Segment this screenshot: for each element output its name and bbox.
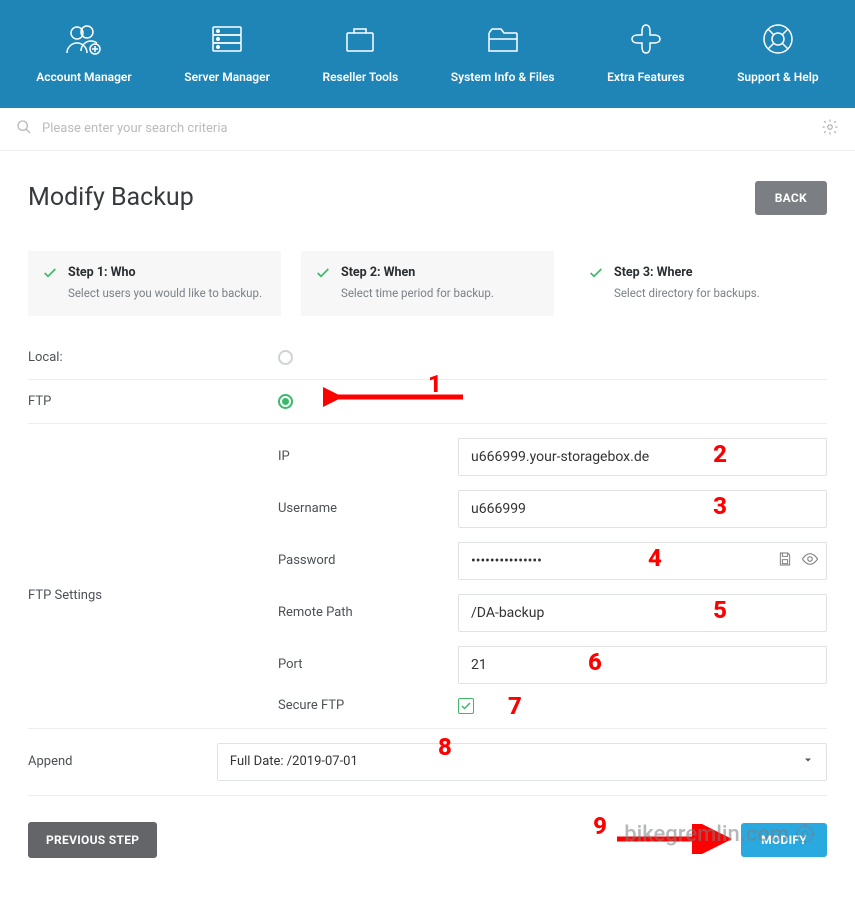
nav-label: System Info & Files xyxy=(451,70,555,86)
previous-step-button[interactable]: PREVIOUS STEP xyxy=(28,822,157,858)
step-when[interactable]: Step 2: When Select time period for back… xyxy=(301,251,554,316)
secure-ftp-label: Secure FTP xyxy=(278,698,458,713)
caret-down-icon xyxy=(802,754,814,770)
port-label: Port xyxy=(278,657,458,672)
ftp-label: FTP xyxy=(28,394,278,409)
save-password-icon[interactable] xyxy=(777,551,793,571)
back-button[interactable]: BACK xyxy=(755,181,827,215)
secure-ftp-checkbox[interactable] xyxy=(458,698,474,714)
eye-icon[interactable] xyxy=(801,550,819,572)
location-local-row: Local: xyxy=(28,336,827,380)
row-port: Port 6 xyxy=(278,646,827,684)
nav-label: Extra Features xyxy=(607,70,684,86)
top-nav: Account Manager Server Manager Reseller … xyxy=(0,0,855,108)
username-label: Username xyxy=(278,501,458,516)
local-label: Local: xyxy=(28,350,278,365)
nav-system-info[interactable]: System Info & Files xyxy=(451,18,555,86)
append-label: Append xyxy=(28,754,217,769)
step-where[interactable]: Step 3: Where Select directory for backu… xyxy=(574,251,827,316)
nav-label: Support & Help xyxy=(737,70,819,86)
row-password: Password 4 xyxy=(278,542,827,580)
search-icon xyxy=(16,119,32,139)
nav-label: Account Manager xyxy=(36,70,131,86)
folder-icon xyxy=(482,18,524,60)
password-label: Password xyxy=(278,553,458,568)
users-icon xyxy=(63,18,105,60)
modify-button[interactable]: MODIFY xyxy=(741,823,827,857)
check-icon xyxy=(315,265,331,300)
step-who[interactable]: Step 1: Who Select users you would like … xyxy=(28,251,281,316)
append-value: Full Date: /2019-07-01 xyxy=(230,754,358,769)
row-secure-ftp: Secure FTP 7 xyxy=(278,698,827,714)
search-input[interactable] xyxy=(42,121,811,136)
nav-label: Reseller Tools xyxy=(322,70,398,86)
plus-icon xyxy=(625,18,667,60)
briefcase-icon xyxy=(339,18,381,60)
row-username: Username 3 xyxy=(278,490,827,528)
arrow-annot xyxy=(323,382,473,412)
location-ftp-row: FTP 1 xyxy=(28,380,827,424)
remote-path-input[interactable] xyxy=(458,594,827,632)
row-ip: IP 2 xyxy=(278,438,827,476)
nav-extra-features[interactable]: Extra Features xyxy=(607,18,684,86)
step-title: Step 3: Where xyxy=(614,265,760,280)
radio-ftp[interactable] xyxy=(278,394,293,409)
step-desc: Select directory for backups. xyxy=(614,286,760,300)
nav-reseller-tools[interactable]: Reseller Tools xyxy=(322,18,398,86)
annot-7: 7 xyxy=(508,692,522,720)
port-input[interactable] xyxy=(458,646,827,684)
server-icon xyxy=(206,18,248,60)
steps-row: Step 1: Who Select users you would like … xyxy=(28,251,827,316)
arrow-annot xyxy=(612,824,732,854)
step-desc: Select time period for backup. xyxy=(341,286,494,300)
footer-row: PREVIOUS STEP MODIFY 9 bikegremlin.com xyxy=(28,822,827,858)
nav-label: Server Manager xyxy=(184,70,270,86)
step-title: Step 2: When xyxy=(341,265,494,280)
username-input[interactable] xyxy=(458,490,827,528)
password-input[interactable] xyxy=(458,542,827,580)
append-row: Append Full Date: /2019-07-01 8 xyxy=(28,729,827,796)
step-title: Step 1: Who xyxy=(68,265,262,280)
search-bar xyxy=(0,108,855,151)
ftp-settings-row: FTP Settings IP 2 Username 3 Password xyxy=(28,424,827,729)
ip-label: IP xyxy=(278,449,458,464)
nav-server-manager[interactable]: Server Manager xyxy=(184,18,270,86)
step-desc: Select users you would like to backup. xyxy=(68,286,262,300)
check-icon xyxy=(42,265,58,300)
nav-account-manager[interactable]: Account Manager xyxy=(36,18,131,86)
nav-support[interactable]: Support & Help xyxy=(737,18,819,86)
remote-path-label: Remote Path xyxy=(278,605,458,620)
settings-icon[interactable] xyxy=(821,118,839,140)
append-dropdown[interactable]: Full Date: /2019-07-01 xyxy=(217,743,827,781)
radio-local[interactable] xyxy=(278,350,293,365)
page-title: Modify Backup xyxy=(28,183,194,212)
annot-9: 9 xyxy=(593,812,607,840)
page-content: Modify Backup BACK Step 1: Who Select us… xyxy=(0,151,855,888)
row-remote-path: Remote Path 5 xyxy=(278,594,827,632)
check-icon xyxy=(588,265,604,300)
ftp-settings-label: FTP Settings xyxy=(28,438,278,603)
lifebuoy-icon xyxy=(757,18,799,60)
ip-input[interactable] xyxy=(458,438,827,476)
